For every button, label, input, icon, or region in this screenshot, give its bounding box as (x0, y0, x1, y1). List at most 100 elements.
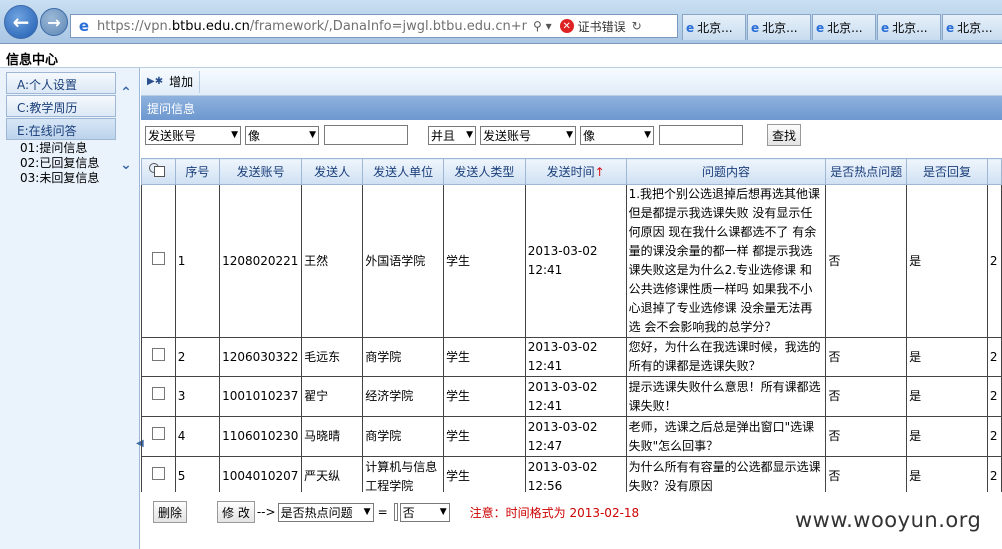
chevron-down-icon: ▼ (644, 130, 651, 140)
cell-type: 学生 (442, 337, 526, 377)
refresh-icon[interactable]: ↻ (632, 19, 642, 33)
arrow-text: --> (256, 505, 276, 519)
cell-no: 2 (174, 337, 221, 377)
table-row[interactable]: 2 1206030322 毛远东 商学院 学生 2013-03-02 12:41… (141, 337, 1002, 377)
table-row[interactable]: 4 1106010230 马晓晴 商学院 学生 2013-03-02 12:47… (141, 416, 1002, 457)
select-all-checkbox[interactable] (141, 158, 176, 185)
cell-no: 1 (174, 184, 221, 338)
cell-type: 学生 (442, 456, 526, 492)
table-header-row: 序号 发送账号 发送人 发送人单位 发送人类型 发送时间↑ 问题内容 是否热点问… (141, 158, 1002, 185)
col-header-no[interactable]: 序号 (174, 158, 221, 185)
join-select[interactable]: 并且 ▼ (428, 125, 476, 145)
cell-sender: 马晓晴 (301, 416, 364, 457)
browser-tab[interactable]: e 北京... (812, 14, 876, 40)
sidebar-subitem-replied[interactable]: 02:已回复信息 (6, 156, 116, 171)
scroll-down-icon[interactable]: ⌄ (118, 154, 134, 176)
col-header-content[interactable]: 问题内容 (625, 158, 827, 185)
cell-replied: 是 (906, 456, 988, 492)
cell-time: 2013-03-02 12:41 (524, 376, 627, 417)
row-checkbox[interactable] (141, 337, 176, 377)
checkbox-icon (151, 387, 165, 400)
search-icon[interactable]: ⚲ ▾ (533, 19, 552, 33)
modify-field-select[interactable]: 是否热点问题 ▼ (277, 502, 374, 522)
field-select-2[interactable]: 发送账号 ▼ (480, 125, 576, 145)
modify-button[interactable]: 修 改 (217, 501, 255, 523)
cell-type: 学生 (442, 184, 526, 338)
col-header-type[interactable]: 发送人类型 (442, 158, 526, 185)
operator-select-2[interactable]: 像 ▼ (580, 125, 654, 145)
cell-unit: 商学院 (362, 416, 444, 457)
chevron-down-icon: ▼ (309, 130, 316, 140)
address-bar[interactable]: e https://vpn.btbu.edu.cn/framework/,Dan… (70, 14, 678, 38)
col-header-unit[interactable]: 发送人单位 (362, 158, 444, 185)
row-checkbox[interactable] (141, 456, 176, 492)
cell-content: 为什么所有有容量的公选都显示选课失败？没有原因 (625, 456, 827, 492)
arrow-left-icon: ← (12, 10, 30, 34)
browser-tab[interactable]: e 北京... (942, 14, 1002, 40)
cell-replied: 是 (906, 337, 988, 377)
col-header-hot[interactable]: 是否热点问题 (825, 158, 908, 185)
sidebar: A:个人设置 C:教学周历 E:在线问答 01:提问信息 02:已回复信息 03… (0, 68, 144, 549)
date-format-note: 注意：时间格式为 2013-02-18 (469, 505, 640, 520)
cell-overflow: 2 (986, 184, 1002, 338)
cell-sender: 毛远东 (301, 337, 364, 377)
search-bar: 发送账号 ▼ 像 ▼ 并且 ▼ 发送账号 ▼ 像 ▼ 查找 (141, 120, 1002, 150)
cell-hot: 否 (825, 184, 908, 338)
scroll-up-icon[interactable]: ⌃ (118, 82, 134, 104)
table-row[interactable]: 5 1004010207 严天纵 计算机与信息工程学院 学生 2013-03-0… (141, 456, 1002, 492)
col-header-sender[interactable]: 发送人 (301, 158, 364, 185)
sidebar-subitem-unreplied[interactable]: 03:未回复信息 (6, 171, 116, 186)
url-text[interactable]: https://vpn.btbu.edu.cn/framework/,DanaI… (97, 19, 527, 34)
table-row[interactable]: 3 1001010237 翟宁 经济学院 学生 2013-03-02 12:41… (141, 376, 1002, 417)
row-checkbox[interactable] (141, 376, 176, 417)
browser-tab[interactable]: e 北京... (877, 14, 941, 40)
tab-strip: e 北京... e 北京... e 北京... e 北京... e 北京... (682, 14, 1002, 40)
sidebar-subitem-questions[interactable]: 01:提问信息 (6, 141, 116, 156)
cert-error-icon: ✕ (559, 19, 574, 33)
sidebar-item-teaching-calendar[interactable]: C:教学周历 (6, 95, 116, 117)
row-checkbox[interactable] (141, 184, 176, 338)
row-checkbox[interactable] (141, 416, 176, 457)
cell-hot: 否 (825, 337, 908, 377)
cert-error-label[interactable]: 证书错误 (578, 18, 626, 35)
cell-time: 2013-03-02 12:47 (524, 416, 627, 457)
cell-overflow: 2 (986, 416, 1002, 457)
col-header-time[interactable]: 发送时间↑ (524, 158, 627, 185)
cell-no: 4 (174, 416, 221, 457)
ie-icon: e (881, 20, 890, 35)
modify-value-select[interactable]: 否 ▼ (399, 502, 450, 522)
cell-replied: 是 (906, 376, 988, 417)
chevron-down-icon: ▼ (231, 130, 238, 140)
col-header-replied[interactable]: 是否回复 (906, 158, 988, 185)
ie-icon: e (946, 20, 955, 35)
cell-unit: 计算机与信息工程学院 (362, 456, 444, 492)
cell-content: 老师，选课之后总是弹出窗口"选课失败"怎么回事？ (625, 416, 827, 457)
table-row[interactable]: 1 1208020221 王然 外国语学院 学生 2013-03-02 12:4… (141, 184, 1002, 338)
add-button[interactable]: ▶✱ 增加 (147, 70, 201, 93)
cell-account: 1004010207 (219, 456, 303, 492)
operator-select-1[interactable]: 像 ▼ (245, 125, 319, 145)
field-select-1[interactable]: 发送账号 ▼ (145, 125, 241, 145)
browser-tab[interactable]: e 北京... (747, 14, 811, 40)
cell-unit: 外国语学院 (362, 184, 444, 338)
sidebar-item-personal-settings[interactable]: A:个人设置 (6, 72, 116, 94)
col-header-account[interactable]: 发送账号 (219, 158, 303, 185)
search-button[interactable]: 查找 (767, 124, 802, 146)
delete-button[interactable]: 删除 (153, 501, 188, 523)
forward-button[interactable]: → (40, 8, 68, 36)
equals-sign: = (377, 505, 388, 519)
sidebar-item-online-qa[interactable]: E:在线问答 (6, 118, 116, 140)
search-input-1[interactable] (324, 125, 408, 145)
search-input-2[interactable] (659, 125, 743, 145)
cell-overflow: 2 (986, 337, 1002, 377)
browser-tab[interactable]: e 北京... (682, 14, 746, 40)
questions-table: 序号 发送账号 发送人 发送人单位 发送人类型 发送时间↑ 问题内容 是否热点问… (141, 158, 1002, 492)
ie-icon: e (751, 20, 760, 35)
chevron-down-icon: ▼ (439, 507, 447, 517)
checkbox-icon (151, 347, 165, 361)
back-button[interactable]: ← (4, 5, 38, 39)
cell-time: 2013-03-02 12:41 (524, 184, 627, 338)
sort-asc-icon: ↑ (594, 165, 605, 179)
cell-unit: 商学院 (362, 337, 444, 377)
cell-replied: 是 (906, 416, 988, 457)
